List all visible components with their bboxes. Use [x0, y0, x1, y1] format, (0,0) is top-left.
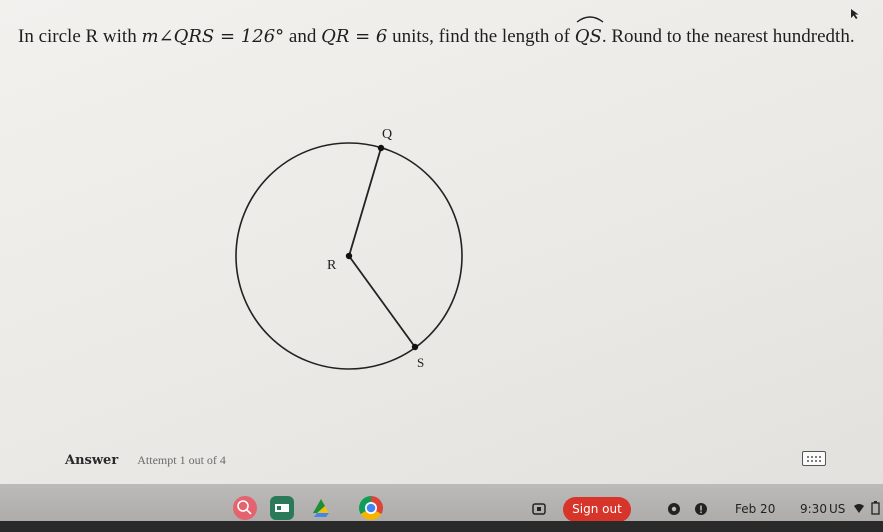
keyboard-region[interactable]: US — [829, 502, 845, 516]
screen-capture-icon[interactable] — [531, 501, 547, 517]
battery-icon[interactable] — [871, 501, 881, 515]
point-r — [345, 252, 353, 260]
answer-row: Answer Attempt 1 out of 4 — [65, 449, 226, 468]
screen-bezel — [0, 521, 883, 532]
quick-settings-icon[interactable] — [667, 502, 681, 516]
date-text[interactable]: Feb 20 — [735, 502, 775, 516]
segment-rs — [348, 255, 416, 348]
google-drive-icon[interactable] — [309, 496, 333, 520]
launcher-icon[interactable] — [233, 496, 257, 520]
label-s: S — [417, 355, 424, 370]
classroom-icon[interactable] — [270, 496, 294, 520]
wifi-icon[interactable] — [853, 503, 865, 515]
segment-qr — [348, 147, 382, 257]
attempt-counter: Attempt 1 out of 4 — [137, 453, 226, 467]
circle-diagram: Q R S — [235, 127, 463, 370]
notification-icon[interactable] — [694, 502, 708, 516]
point-s — [411, 343, 419, 351]
point-q — [377, 144, 385, 152]
label-r: R — [327, 258, 337, 273]
sign-out-button[interactable]: Sign out — [563, 497, 631, 522]
answer-label: Answer — [65, 453, 119, 468]
keypad-icon[interactable] — [802, 451, 826, 466]
label-q: Q — [382, 127, 392, 142]
chrome-icon[interactable] — [359, 496, 383, 520]
time-text[interactable]: 9:30 — [800, 502, 827, 516]
